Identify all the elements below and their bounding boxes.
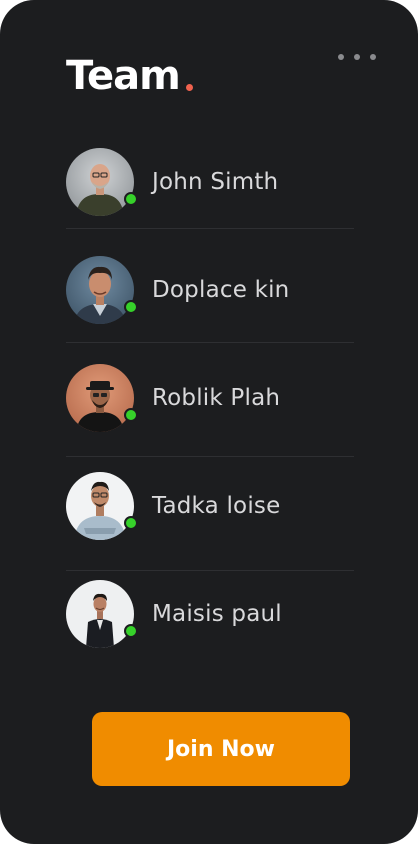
team-card: Team John Simth Doplace kin Roblik Plah …: [0, 0, 418, 844]
member-list-item[interactable]: Maisis paul: [66, 580, 354, 648]
member-list-item[interactable]: Roblik Plah: [66, 364, 354, 432]
title-accent-dot: [185, 84, 193, 91]
divider: [66, 570, 354, 571]
page-title: Team: [66, 53, 181, 99]
member-name: Doplace kin: [152, 277, 290, 303]
online-status-indicator: [124, 300, 138, 314]
member-list-item[interactable]: John Simth: [66, 148, 354, 216]
avatar: [66, 364, 138, 432]
divider: [66, 456, 354, 457]
member-name: Roblik Plah: [152, 385, 281, 411]
avatar-photo-maisis: [66, 580, 134, 648]
online-status-indicator: [124, 516, 138, 530]
member-list-item[interactable]: Tadka loise: [66, 472, 354, 540]
avatar: [66, 148, 138, 216]
more-dot: [338, 54, 344, 60]
avatar-photo-doplace: [66, 256, 134, 324]
more-options-icon[interactable]: [338, 50, 376, 64]
join-now-button[interactable]: Join Now: [92, 712, 350, 786]
online-status-indicator: [124, 192, 138, 206]
divider: [66, 228, 354, 229]
online-status-indicator: [124, 624, 138, 638]
avatar: [66, 580, 138, 648]
avatar-photo-john: [66, 148, 134, 216]
avatar: [66, 256, 138, 324]
member-name: Tadka loise: [152, 493, 281, 519]
more-dot: [370, 54, 376, 60]
avatar: [66, 472, 138, 540]
member-name: Maisis paul: [152, 601, 282, 627]
divider: [66, 342, 354, 343]
member-name: John Simth: [152, 169, 279, 195]
member-list-item[interactable]: Doplace kin: [66, 256, 354, 324]
online-status-indicator: [124, 408, 138, 422]
title-area: Team: [66, 52, 193, 100]
avatar-photo-tadka: [66, 472, 134, 540]
more-dot: [354, 54, 360, 60]
avatar-photo-roblik: [66, 364, 134, 432]
